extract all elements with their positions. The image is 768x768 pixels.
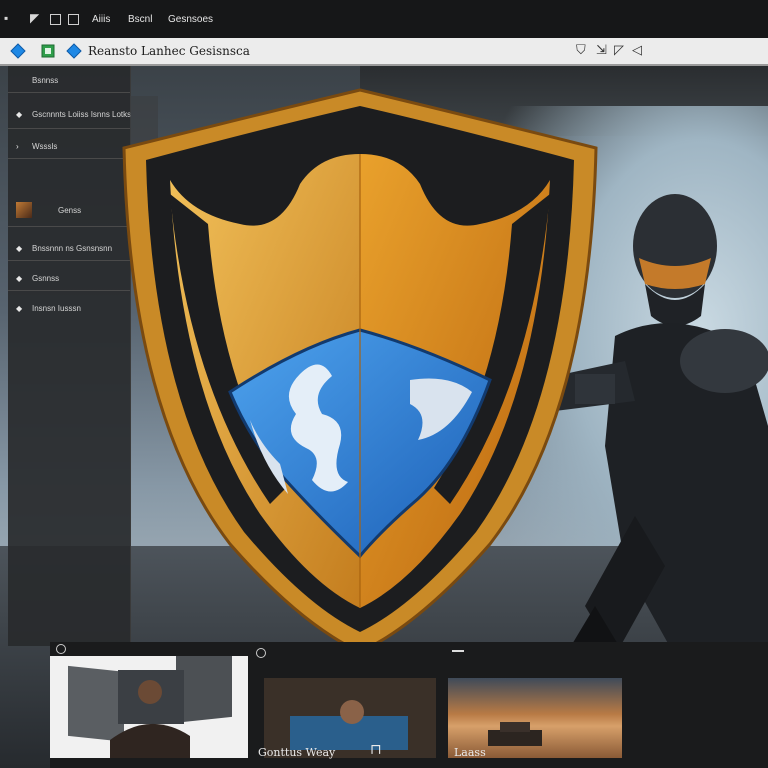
thumbnail-image bbox=[16, 202, 32, 218]
window-icon[interactable] bbox=[68, 14, 79, 25]
info-icon[interactable] bbox=[56, 644, 66, 654]
shield-logo-image bbox=[122, 88, 598, 654]
address-text[interactable]: Reansto Lanhec Gesisnsca bbox=[88, 44, 250, 58]
menu-item-2[interactable]: Bscnl bbox=[128, 14, 152, 25]
info-icon[interactable] bbox=[256, 648, 266, 658]
video-card-1[interactable] bbox=[50, 648, 248, 758]
address-bar: Reansto Lanhec Gesisnsca ⛉ ⇲ ◸ ◁ bbox=[0, 38, 768, 66]
bookmark-icon[interactable]: ⊓ bbox=[370, 742, 382, 758]
menu-item-1[interactable]: Aiiis bbox=[92, 14, 110, 25]
chevron-right-icon: › bbox=[16, 142, 19, 151]
pointer-icon[interactable]: ◤ bbox=[30, 11, 39, 25]
bottom-strip: Gonttus Weay ⊓ Laass bbox=[50, 642, 768, 768]
diamond-icon[interactable] bbox=[10, 43, 26, 59]
diamond-icon: ◆ bbox=[16, 244, 23, 253]
video-thumbnail bbox=[68, 648, 232, 758]
share-icon[interactable]: ⇲ bbox=[596, 42, 607, 58]
menu-item-3[interactable]: Gesnsoes bbox=[168, 14, 213, 25]
back-icon[interactable]: ◁ bbox=[632, 42, 642, 58]
menu-dash bbox=[452, 650, 464, 652]
shield-icon[interactable]: ⛉ bbox=[576, 42, 586, 58]
card-title: Laass bbox=[454, 746, 486, 759]
diamond-icon: ◆ bbox=[16, 274, 23, 283]
menu-bar: ▪ ◤ Aiiis Bscnl Gesnsoes bbox=[0, 0, 768, 39]
diamond-icon[interactable] bbox=[66, 43, 82, 59]
green-square-icon[interactable] bbox=[40, 43, 56, 59]
diamond-icon: ◆ bbox=[16, 304, 23, 313]
card-title: Gonttus Weay bbox=[258, 746, 336, 759]
window-icon[interactable] bbox=[50, 14, 61, 25]
main-viewport: Bsnnss ◆ Gscnnnts Loiiss Isnns Lotks › W… bbox=[0, 66, 768, 768]
diamond-icon: ◆ bbox=[16, 110, 23, 119]
forward-icon[interactable]: ◸ bbox=[614, 42, 624, 58]
app-menu-icon[interactable]: ▪ bbox=[4, 11, 8, 25]
